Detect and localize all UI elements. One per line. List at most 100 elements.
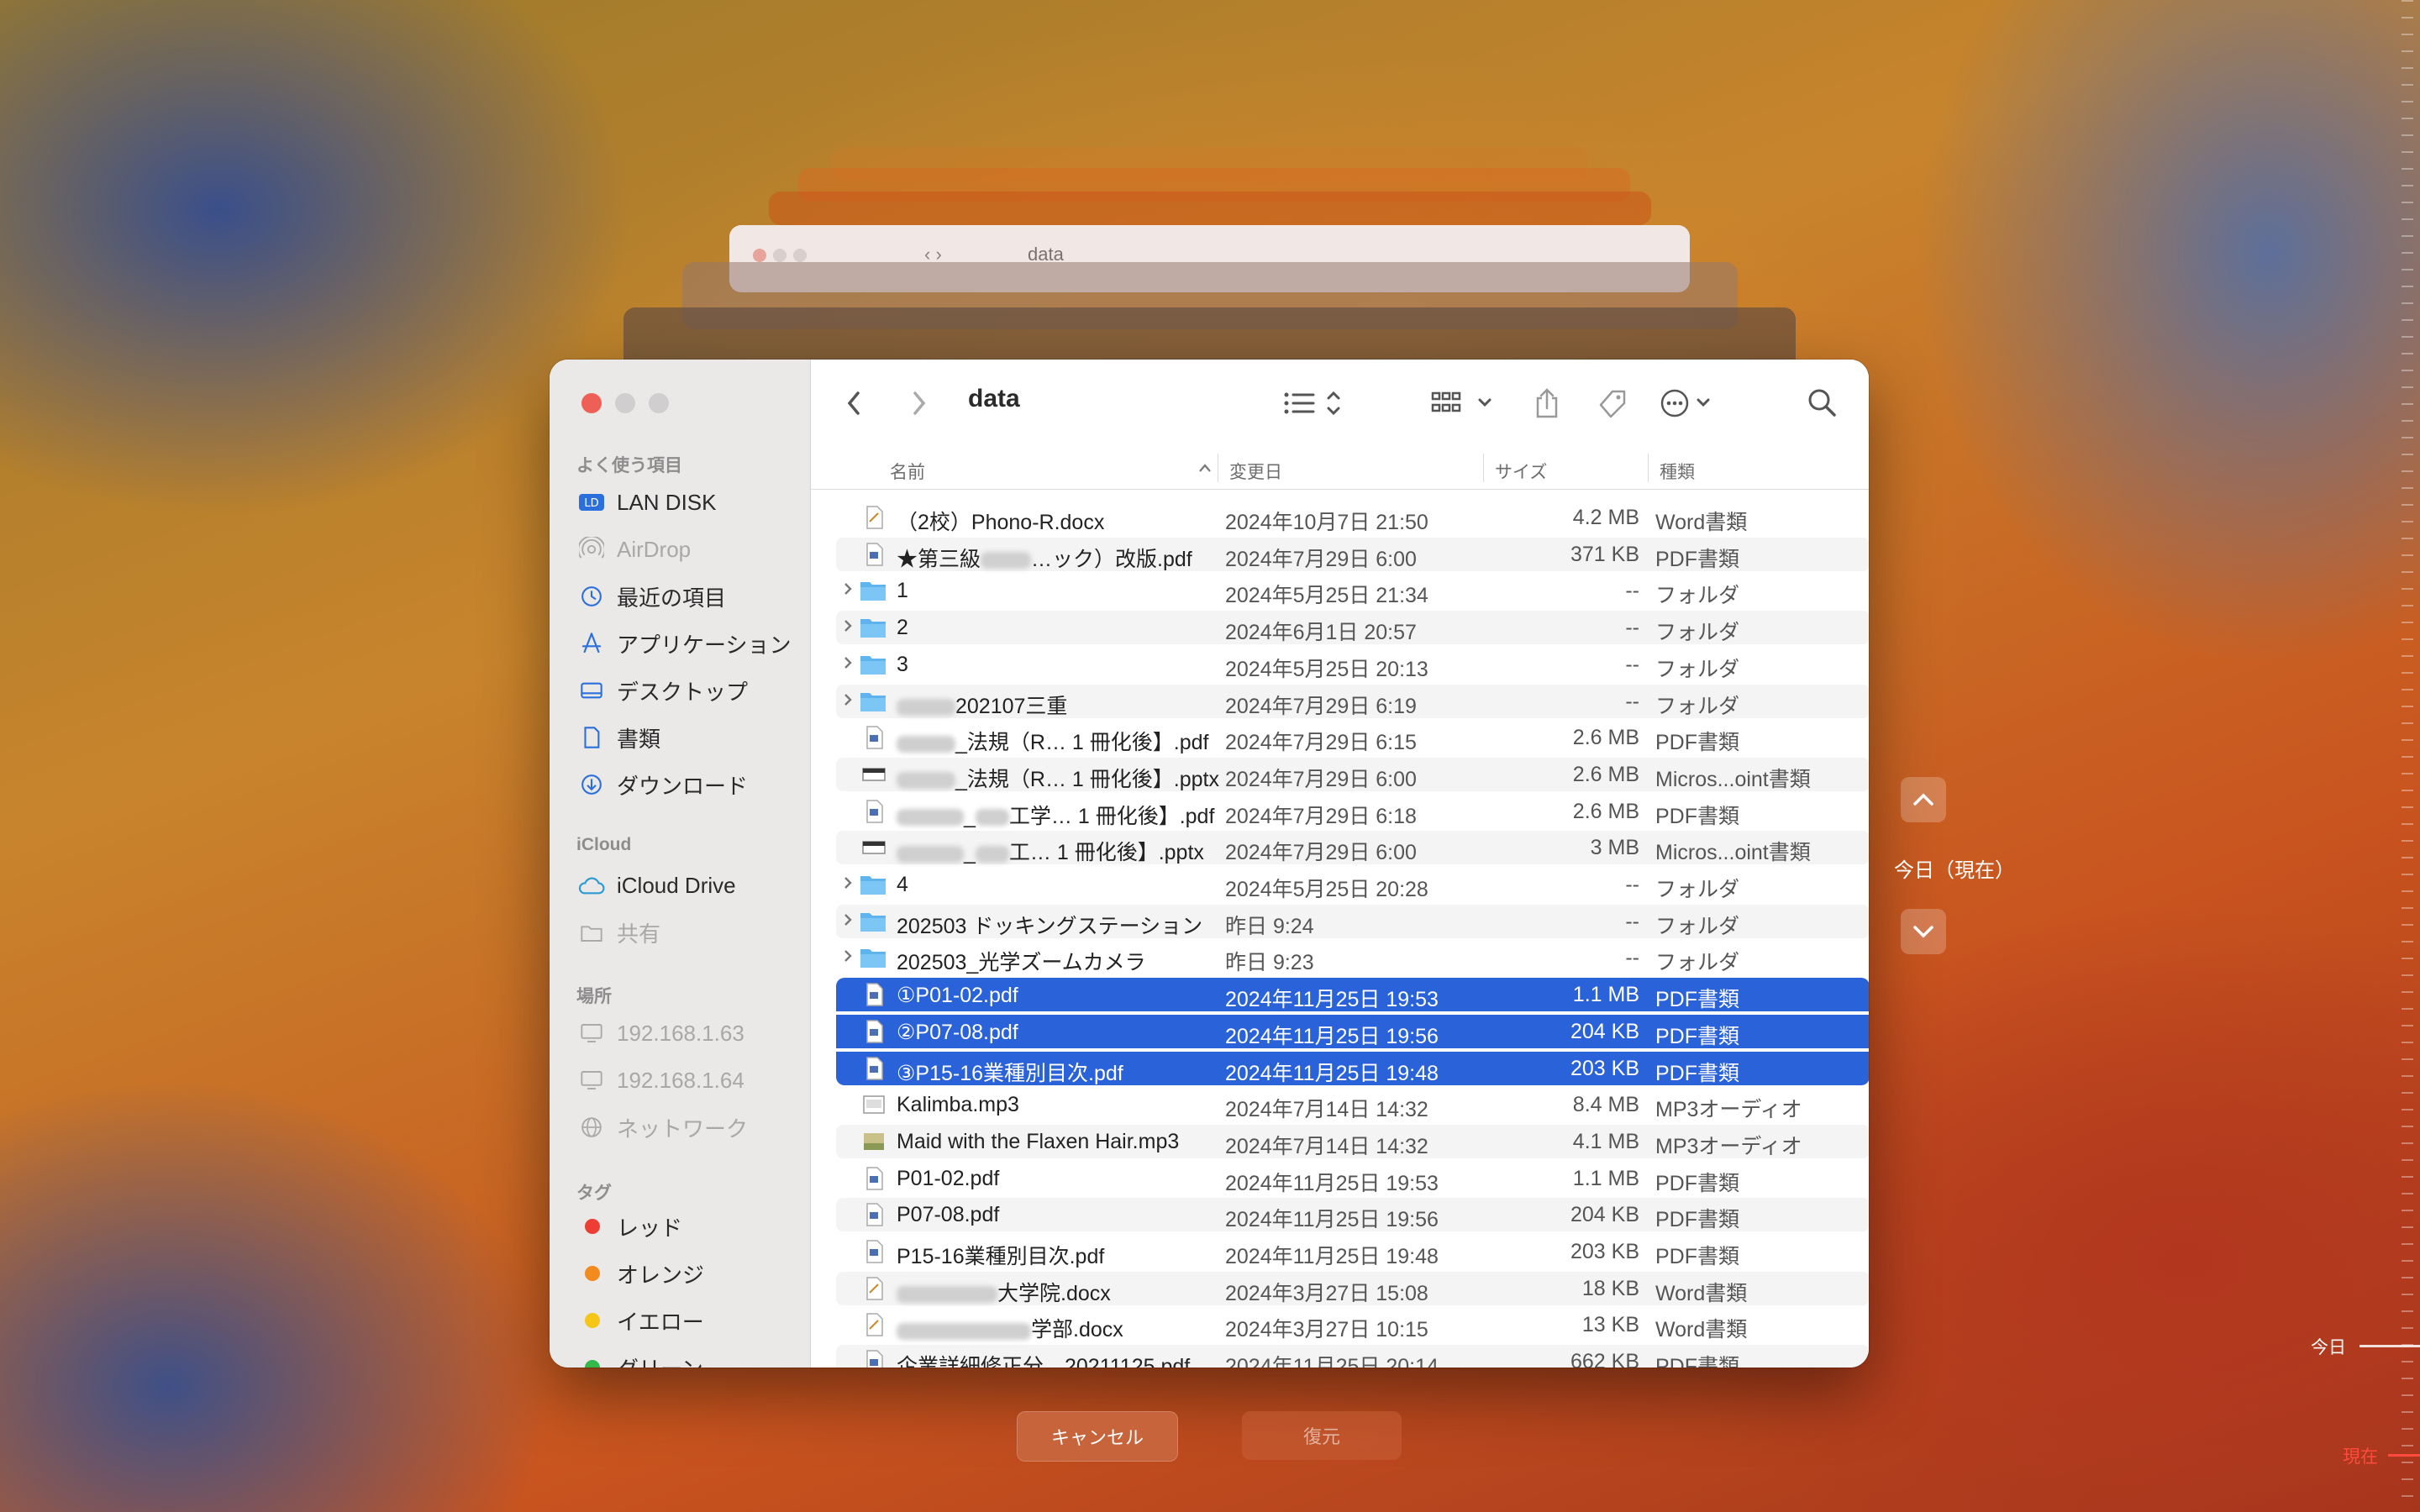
tag-color-dot [585, 1360, 600, 1368]
share-button[interactable] [1532, 385, 1562, 422]
folder-row[interactable]: 202107三重 2024年7月29日 6:19 -- フォルダ [836, 684, 1869, 718]
folder-row[interactable]: 3 2024年5月25日 20:13 -- フォルダ [836, 648, 1869, 681]
file-row[interactable]: Maid with the Flaxen Hair.mp3 2024年7月14日 … [836, 1124, 1869, 1158]
timemachine-down-button[interactable] [1901, 909, 1946, 954]
sidebar-item-favorite[interactable]: 最近の項目 [576, 578, 726, 615]
file-size: 4.2 MB [1572, 506, 1639, 529]
folder-row[interactable]: 202503 ドッキングステーション 昨日 9:24 -- フォルダ [836, 904, 1869, 938]
file-row[interactable]: _ 工… 1 冊化後】.pptx 2024年7月29日 6:00 3 MB Micros… [836, 831, 1869, 865]
file-row[interactable]: 学部.docx 2024年3月27日 10:15 13 KB Word書類 [836, 1308, 1869, 1341]
tag-button[interactable] [1596, 385, 1629, 422]
forward-button[interactable] [908, 385, 929, 422]
sidebar-item-favorite[interactable]: デスクトップ [576, 672, 748, 709]
file-row[interactable]: _法規（R… 1 冊化後】.pdf 2024年7月29日 6:15 2.6 MB PD… [836, 721, 1869, 754]
window-title: data [968, 385, 1020, 412]
file-kind: PDF書類 [1655, 547, 1740, 571]
pdf-file-icon [861, 1166, 886, 1191]
timeline[interactable] [2395, 0, 2420, 1512]
sidebar-item-location[interactable]: ネットワーク [576, 1109, 748, 1146]
folder-row[interactable]: 1 2024年5月25日 21:34 -- フォルダ [836, 574, 1869, 607]
ghost-window-stack [769, 192, 1651, 225]
file-name: 3 [897, 652, 908, 676]
folder-row[interactable]: 2 2024年6月1日 20:57 -- フォルダ [836, 611, 1869, 645]
action-menu-button[interactable] [1660, 385, 1723, 422]
sidebar-item-location[interactable]: 192.168.1.63 [576, 1015, 744, 1052]
file-row[interactable]: _法規（R… 1 冊化後】.pptx 2024年7月29日 6:00 2.6 MB M… [836, 757, 1869, 791]
file-row[interactable]: _ 工学… 1 冊化後】.pdf 2024年7月29日 6:18 2.6 MB PDF書… [836, 795, 1869, 828]
timemachine-up-button[interactable] [1901, 777, 1946, 822]
disclosure-chevron-icon[interactable] [841, 910, 855, 935]
file-row[interactable]: ②P07-08.pdf 2024年11月25日 19:56 204 KB PDF書類 [836, 1014, 1869, 1048]
sidebar-item-location[interactable]: 192.168.1.64 [576, 1062, 744, 1099]
back-button[interactable] [844, 385, 865, 422]
sidebar-item-tag[interactable]: グリーン [576, 1349, 703, 1368]
column-name[interactable]: 名前 [890, 459, 925, 484]
column-modified[interactable]: 変更日 [1229, 459, 1282, 484]
sidebar-item-favorite[interactable]: 書類 [576, 719, 660, 756]
sidebar-item-icloud[interactable]: 共有 [576, 914, 660, 951]
disclosure-chevron-icon[interactable] [841, 579, 855, 604]
minimize-window-button[interactable] [615, 393, 635, 413]
tag-color-dot [585, 1266, 600, 1281]
file-row[interactable]: ③P15-16業種別目次.pdf 2024年11月25日 19:48 203 KB P… [836, 1051, 1869, 1085]
column-kind[interactable]: 種類 [1660, 459, 1695, 484]
disclosure-chevron-icon[interactable] [841, 616, 855, 641]
sidebar-item-tag[interactable]: オレンジ [576, 1255, 704, 1292]
close-window-button[interactable] [581, 393, 602, 413]
file-modified-date: 2024年3月27日 15:08 [1225, 1281, 1428, 1305]
file-kind: PDF書類 [1655, 1024, 1740, 1048]
sidebar-item-favorite[interactable]: ダウンロード [576, 766, 748, 803]
disclosure-chevron-icon[interactable] [841, 873, 855, 898]
zoom-window-button[interactable] [649, 393, 669, 413]
file-kind: PDF書類 [1655, 731, 1740, 755]
disclosure-chevron-icon[interactable] [841, 653, 855, 678]
folder-row[interactable]: 202503_光学ズームカメラ 昨日 9:23 -- フォルダ [836, 941, 1869, 974]
pdf-file-icon [861, 1239, 886, 1264]
sidebar-item-favorite[interactable]: アプリケーション [576, 625, 791, 662]
sidebar-item-label: アプリケーション [617, 632, 792, 658]
sidebar-item-tag[interactable]: レッド [576, 1208, 682, 1245]
sidebar-item-icloud[interactable]: iCloud Drive [576, 867, 736, 904]
file-size: -- [1625, 946, 1639, 970]
file-row[interactable]: 企業詳細修正分…20211125.pdf 2024年11月25日 20:14 662… [836, 1345, 1869, 1368]
view-mode-button[interactable] [1281, 385, 1345, 422]
sidebar-item-favorite[interactable]: LD LAN DISK [576, 484, 717, 521]
folder-row[interactable]: 4 2024年5月25日 20:28 -- フォルダ [836, 868, 1869, 901]
sidebar-item-favorite[interactable]: AirDrop [576, 531, 691, 568]
file-row[interactable]: P15-16業種別目次.pdf 2024年11月25日 19:48 203 KB PD… [836, 1235, 1869, 1268]
restore-button[interactable]: 復元 [1242, 1411, 1402, 1460]
file-row[interactable]: P01-02.pdf 2024年11月25日 19:53 1.1 MB PDF書類 [836, 1162, 1869, 1195]
file-modified-date: 2024年7月29日 6:18 [1225, 804, 1417, 828]
group-button[interactable] [1429, 385, 1500, 422]
audio-file-icon [861, 1092, 886, 1117]
timeline-today-marker [2360, 1345, 2420, 1347]
column-size[interactable]: サイズ [1495, 459, 1547, 484]
redacted-text [897, 845, 964, 863]
file-modified-date: 2024年11月25日 19:53 [1225, 988, 1439, 1012]
file-modified-date: 2024年11月25日 19:48 [1225, 1061, 1439, 1085]
file-modified-date: 2024年11月25日 19:48 [1225, 1245, 1439, 1268]
file-row[interactable]: （2校）Phono-R.docx 2024年10月7日 21:50 4.2 MB Wo… [836, 501, 1869, 534]
file-row[interactable]: Kalimba.mp3 2024年7月14日 14:32 8.4 MB MP3オーディ… [836, 1088, 1869, 1121]
file-row[interactable]: P07-08.pdf 2024年11月25日 19:56 204 KB PDF書類 [836, 1198, 1869, 1232]
disclosure-chevron-icon[interactable] [841, 690, 855, 715]
cancel-button[interactable]: キャンセル [1017, 1411, 1178, 1462]
search-button[interactable] [1806, 385, 1839, 422]
sidebar-item-label: レッド [617, 1215, 683, 1241]
file-row[interactable]: ★第三級 …ック）改版.pdf 2024年7月29日 6:00 371 KB PDF書類 [836, 537, 1869, 571]
file-row[interactable]: 大学院.docx 2024年3月27日 15:08 18 KB Word書類 [836, 1271, 1869, 1305]
timeline-now-label[interactable]: 現在 [2343, 1443, 2378, 1468]
sidebar-item-tag[interactable]: イエロー [576, 1302, 704, 1339]
file-size: 2.6 MB [1572, 799, 1639, 823]
globe-icon [576, 1112, 607, 1142]
file-name: 1 [897, 579, 908, 603]
file-kind: Word書類 [1655, 511, 1748, 534]
redacted-text [981, 552, 1032, 570]
file-name: （2校）Phono-R.docx [897, 511, 1105, 534]
word-file-icon [861, 505, 886, 530]
timeline-today-label[interactable]: 今日 [2311, 1334, 2346, 1359]
timeline-now-marker [2388, 1454, 2420, 1457]
pdf-file-icon [861, 1056, 886, 1081]
disclosure-chevron-icon[interactable] [841, 946, 855, 971]
file-row[interactable]: ①P01-02.pdf 2024年11月25日 19:53 1.1 MB PDF書類 [836, 978, 1869, 1012]
